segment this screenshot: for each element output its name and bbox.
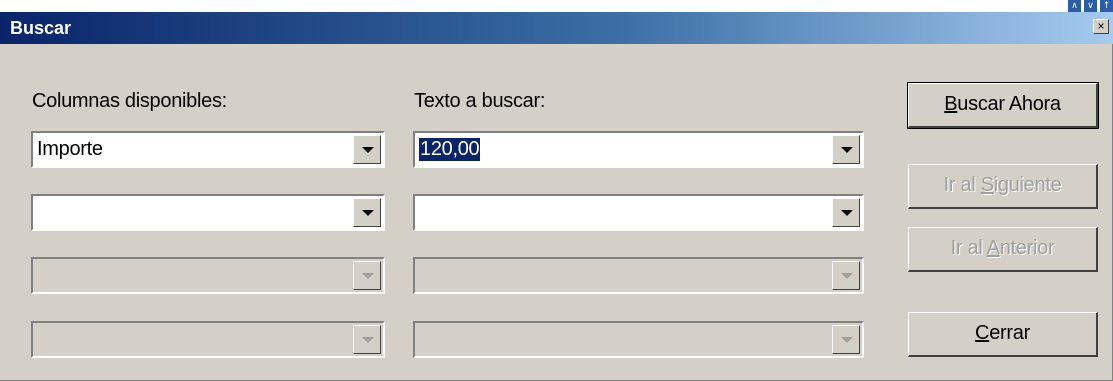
chevron-down-icon xyxy=(362,210,374,216)
search-now-button[interactable]: Buscar Ahora xyxy=(907,82,1099,129)
search-text-value[interactable]: 120,00 xyxy=(419,138,481,161)
chevron-down-icon xyxy=(362,147,374,153)
previous-button[interactable]: Ir al Anterior xyxy=(908,227,1098,272)
dropdown-button[interactable] xyxy=(832,135,860,164)
button-label-prefix: Ir al xyxy=(943,174,981,196)
accelerator-key: S xyxy=(980,174,994,196)
dropdown-button xyxy=(353,261,381,290)
accelerator-key: A xyxy=(986,237,1000,259)
chevron-down-icon xyxy=(841,147,853,153)
column-select-value: Importe xyxy=(37,138,103,160)
column-select-2[interactable] xyxy=(31,194,385,231)
accelerator-key: B xyxy=(944,93,958,115)
column-select-4 xyxy=(31,321,385,358)
close-button[interactable]: Cerrar xyxy=(908,312,1098,357)
button-label-suffix: iguiente xyxy=(993,174,1062,196)
column-select-3 xyxy=(31,257,385,294)
pin-icon[interactable]: ↑ xyxy=(1100,0,1113,12)
search-text-combo-4 xyxy=(413,321,864,358)
dropdown-button xyxy=(832,261,860,290)
next-button[interactable]: Ir al Siguiente xyxy=(908,164,1098,209)
chevron-down-icon xyxy=(362,273,374,279)
dialog-title: Buscar xyxy=(10,18,72,38)
columns-label: Columnas disponibles: xyxy=(32,90,227,112)
dropdown-button xyxy=(832,325,860,354)
title-bar[interactable]: Buscar × xyxy=(0,12,1113,44)
search-text-label: Texto a buscar: xyxy=(414,90,546,112)
dropdown-button[interactable] xyxy=(353,198,381,227)
chevron-down-icon xyxy=(841,273,853,279)
dropdown-button xyxy=(353,325,381,354)
chevron-down-icon xyxy=(362,337,374,343)
accelerator-key: C xyxy=(975,322,990,344)
button-label-suffix: nterior xyxy=(999,237,1055,259)
dropdown-button[interactable] xyxy=(832,198,860,227)
search-text-combo-2[interactable] xyxy=(413,194,864,231)
down-arrow-icon[interactable]: ∨ xyxy=(1084,0,1097,12)
window-corner-controls: ∧ ∨ ↑ xyxy=(1068,0,1113,12)
search-text-combo-3 xyxy=(413,257,864,294)
chevron-down-icon xyxy=(841,210,853,216)
up-arrow-icon[interactable]: ∧ xyxy=(1068,0,1081,12)
column-select-1[interactable]: Importe xyxy=(31,131,385,168)
button-label-suffix: errar xyxy=(989,322,1030,344)
button-label-prefix: Ir al xyxy=(950,237,987,259)
dropdown-button[interactable] xyxy=(353,135,381,164)
chevron-down-icon xyxy=(841,337,853,343)
close-icon[interactable]: × xyxy=(1093,19,1109,34)
button-label-suffix: uscar Ahora xyxy=(957,93,1061,115)
search-text-combo-1[interactable]: 120,00 xyxy=(413,131,864,168)
search-dialog: Buscar × Columnas disponibles: Texto a b… xyxy=(0,12,1113,381)
